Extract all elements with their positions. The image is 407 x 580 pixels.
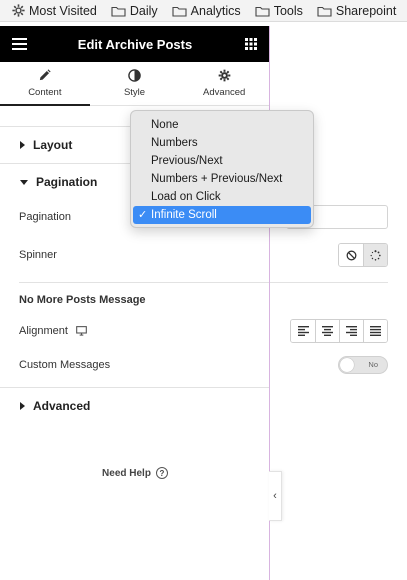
custom-messages-label: Custom Messages [19, 359, 111, 371]
alignment-choices [290, 319, 388, 343]
spinner-choices [338, 243, 388, 267]
chevron-left-icon: ‹ [273, 490, 277, 502]
tab-advanced[interactable]: Advanced [179, 62, 269, 105]
bookmark-label: Daily [129, 3, 158, 18]
caret-right-icon [20, 402, 25, 410]
align-left-icon [297, 326, 309, 336]
dropdown-option-numbers-previous-next[interactable]: Numbers + Previous/Next [133, 170, 311, 188]
option-label: Numbers [151, 137, 198, 149]
bookmark-sharepoint[interactable]: Sharepoint [317, 4, 396, 18]
bookmark-analytics[interactable]: Analytics [172, 4, 241, 18]
folder-icon [172, 6, 187, 17]
hamburger-menu-icon[interactable] [11, 36, 27, 52]
bookmark-tools[interactable]: Tools [255, 4, 303, 18]
toggle-knob [340, 358, 354, 372]
custom-messages-row: Custom Messages No [19, 355, 388, 375]
half-circle-icon [128, 69, 141, 82]
section-divider [19, 282, 388, 283]
align-left-button[interactable] [291, 320, 315, 342]
option-label: Load on Click [151, 191, 221, 203]
no-more-posts-heading-row: No More Posts Message [19, 293, 388, 307]
widgets-grid-icon[interactable] [243, 36, 259, 52]
toggle-text: No [368, 360, 378, 369]
pagination-label: Pagination [19, 211, 71, 223]
alignment-label-group: Alignment [19, 325, 87, 337]
pencil-icon [40, 69, 51, 81]
section-advanced-header[interactable]: Advanced [0, 388, 270, 424]
bookmark-label: Sharepoint [335, 3, 397, 18]
tab-style[interactable]: Style [90, 62, 180, 105]
dropdown-option-infinite-scroll[interactable]: ✓ Infinite Scroll [133, 206, 311, 224]
need-help-label: Need Help [102, 467, 151, 479]
caret-right-icon [20, 141, 25, 149]
panel-title: Edit Archive Posts [77, 36, 193, 52]
bookmark-label: Most Visited [29, 3, 97, 18]
option-label: Numbers + Previous/Next [151, 173, 283, 185]
caret-down-icon [20, 179, 28, 185]
bookmark-daily[interactable]: Daily [111, 4, 158, 18]
tab-label: Advanced [203, 87, 246, 98]
panel-header: Edit Archive Posts [0, 26, 269, 62]
align-justify-button[interactable] [363, 320, 387, 342]
desktop-icon[interactable] [76, 326, 87, 336]
align-right-button[interactable] [339, 320, 363, 342]
checkmark-icon: ✓ [138, 209, 148, 221]
spinner-icon [370, 249, 381, 261]
folder-icon [255, 6, 270, 17]
option-label: Infinite Scroll [151, 209, 217, 221]
bookmarks-bar: Most Visited Daily Analytics Tools Share… [0, 0, 407, 22]
bookmark-label: Tools [273, 3, 303, 18]
collapse-panel-button[interactable]: ‹ [269, 471, 282, 521]
option-label: Previous/Next [151, 155, 223, 167]
bookmark-most-visited[interactable]: Most Visited [12, 4, 97, 18]
align-center-icon [322, 326, 333, 336]
no-more-posts-heading: No More Posts Message [19, 294, 146, 306]
spinner-label: Spinner [19, 249, 57, 261]
align-justify-icon [370, 326, 381, 336]
dropdown-option-numbers[interactable]: Numbers [133, 134, 311, 152]
bookmark-label: Analytics [190, 3, 241, 18]
tab-label: Style [123, 87, 146, 98]
gear-icon [218, 69, 231, 82]
alignment-label: Alignment [19, 325, 68, 337]
ban-icon [346, 250, 356, 260]
option-label: None [151, 119, 179, 131]
tab-content[interactable]: Content [0, 62, 90, 106]
section-title: Pagination [36, 175, 98, 189]
help-icon: ? [155, 467, 168, 479]
dropdown-option-none[interactable]: None [133, 116, 311, 134]
alignment-control-row: Alignment [19, 319, 388, 343]
dropdown-option-previous-next[interactable]: Previous/Next [133, 152, 311, 170]
folder-icon [317, 6, 332, 17]
section-title: Layout [33, 138, 73, 152]
tab-label: Content [28, 87, 62, 98]
spinner-none-button[interactable] [339, 244, 363, 266]
gear-icon [12, 4, 25, 17]
align-right-icon [346, 326, 357, 336]
pagination-dropdown-menu: None Numbers Previous/Next Numbers + Pre… [130, 110, 314, 228]
spinner-control-row: Spinner [19, 243, 388, 267]
panel-tabs: Content Style Advanced [0, 62, 269, 106]
need-help-link[interactable]: Need Help ? [0, 467, 270, 479]
spinner-loading-button[interactable] [363, 244, 387, 266]
align-center-button[interactable] [315, 320, 339, 342]
folder-icon [111, 6, 126, 17]
custom-messages-toggle[interactable]: No [338, 356, 388, 374]
section-title: Advanced [33, 399, 91, 413]
dropdown-option-load-on-click[interactable]: Load on Click [133, 188, 311, 206]
